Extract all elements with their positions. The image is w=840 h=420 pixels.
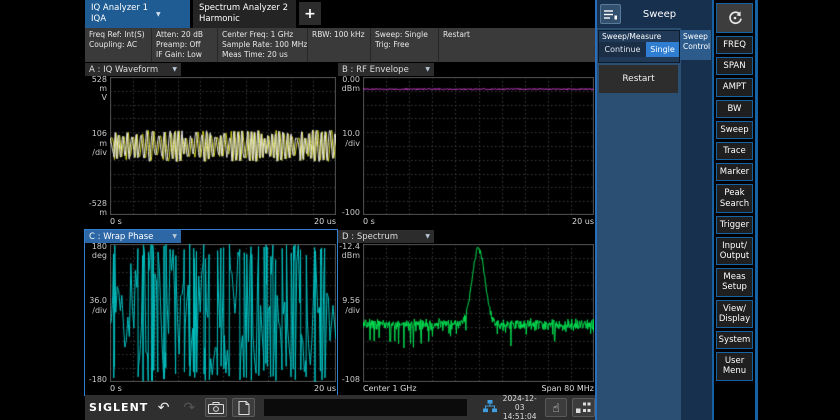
menu-list-icon[interactable] bbox=[600, 4, 621, 24]
rf-envelope-plot[interactable] bbox=[363, 77, 594, 215]
panel-d-y-axis: -12.4dBm 9.56/div -108 bbox=[338, 244, 362, 382]
touch-icon[interactable]: ☝ bbox=[545, 398, 568, 417]
status-display bbox=[264, 399, 467, 416]
panel-spectrum: D : Spectrum ▼ -12.4dBm 9.56/div -108 Ce… bbox=[338, 230, 595, 395]
sweep-measure-group: Sweep/Measure Continue Single bbox=[598, 30, 680, 63]
tab-iq-line2: IQA bbox=[91, 14, 148, 25]
tab-bar: IQ Analyzer 1 IQA ▼ Spectrum Analyzer 2 … bbox=[85, 0, 595, 28]
tab-iq-line1: IQ Analyzer 1 bbox=[91, 3, 148, 14]
settings-rbw[interactable]: RBW: 100 kHz bbox=[308, 28, 371, 62]
iq-waveform-plot[interactable] bbox=[110, 77, 336, 215]
tab-iq-analyzer[interactable]: IQ Analyzer 1 IQA ▼ bbox=[85, 0, 190, 28]
chevron-down-icon: ▼ bbox=[425, 233, 430, 240]
chevron-down-icon: ▼ bbox=[172, 233, 177, 240]
wrap-phase-plot[interactable] bbox=[110, 244, 336, 382]
menu-button-sweep[interactable]: Sweep bbox=[716, 121, 753, 139]
panel-c-y-axis: 180deg 36.0/div -180 bbox=[85, 244, 109, 382]
menu-button-input-output[interactable]: Input/ Output bbox=[716, 237, 753, 265]
chevron-down-icon: ▼ bbox=[156, 11, 161, 18]
sweep-control-tab[interactable]: Sweep Control bbox=[680, 30, 711, 60]
sweep-measure-label: Sweep/Measure bbox=[599, 31, 679, 41]
settings-atten[interactable]: Atten: 20 dB Preamp: Off IF Gain: Low bbox=[152, 28, 218, 62]
chevron-down-icon: ▼ bbox=[172, 66, 177, 73]
panel-rf-envelope: B : RF Envelope ▼ 0.00dBm 10.0/div -100 … bbox=[338, 63, 595, 228]
analyzer-screen: IQ Analyzer 1 IQA ▼ Spectrum Analyzer 2 … bbox=[0, 0, 840, 420]
tab-spectrum-analyzer[interactable]: Spectrum Analyzer 2 Harmonic bbox=[193, 0, 296, 28]
continue-button[interactable]: Continue bbox=[599, 42, 646, 57]
menu-button-span[interactable]: SPAN bbox=[716, 57, 753, 75]
tab-sa-line1: Spectrum Analyzer 2 bbox=[199, 3, 288, 14]
menu-button-view-display[interactable]: View/ Display bbox=[716, 300, 753, 328]
bottom-toolbar: SIGLENT ↶ ↷ 2024-12-03 14:51:04 ☝ bbox=[85, 395, 595, 420]
sweep-menu-panel: Sweep Sweep/Measure Continue Single Rest… bbox=[595, 0, 712, 420]
file-icon[interactable] bbox=[232, 398, 255, 417]
settings-bar: Freq Ref: Int(S) Coupling: AC Atten: 20 … bbox=[85, 28, 595, 62]
menu-button-meas-setup[interactable]: Meas Setup bbox=[716, 268, 753, 296]
menu-button-ampt[interactable]: AMPT bbox=[716, 78, 753, 96]
settings-restart[interactable]: Restart bbox=[439, 28, 595, 62]
single-button[interactable]: Single bbox=[646, 42, 679, 57]
restart-button[interactable]: Restart bbox=[599, 65, 678, 93]
panel-d-x-axis: Center 1 GHzSpan 80 MHz bbox=[363, 383, 594, 395]
spectrum-plot[interactable] bbox=[363, 244, 594, 382]
panel-a-x-axis: 0 s20 us bbox=[110, 216, 336, 228]
menu-button-system[interactable]: System bbox=[716, 331, 753, 349]
menu-button-bw[interactable]: BW bbox=[716, 100, 753, 118]
datetime-display: 2024-12-03 14:51:04 bbox=[500, 394, 540, 420]
sweep-menu-title: Sweep bbox=[621, 9, 698, 20]
panel-iq-waveform: A : IQ Waveform ▼ 528 mV 106 m/div -528 … bbox=[85, 63, 337, 228]
grid-dots-icon[interactable] bbox=[572, 398, 595, 417]
chevron-down-icon: ▼ bbox=[425, 66, 430, 73]
redo-icon[interactable]: ↷ bbox=[179, 399, 200, 417]
network-icon bbox=[483, 398, 497, 417]
menu-button-trace[interactable]: Trace bbox=[716, 142, 753, 160]
menu-button-freq[interactable]: FREQ bbox=[716, 36, 753, 54]
panel-b-y-axis: 0.00dBm 10.0/div -100 bbox=[338, 77, 362, 215]
menu-column: FREQ SPAN AMPT BW Sweep Trace Marker Pea… bbox=[712, 0, 758, 420]
siglent-logo: SIGLENT bbox=[89, 401, 148, 414]
undo-icon[interactable]: ↶ bbox=[153, 399, 174, 417]
settings-center-freq[interactable]: Center Freq: 1 GHz Sample Rate: 100 MHz … bbox=[218, 28, 308, 62]
panel-a-y-axis: 528 mV 106 m/div -528 m bbox=[85, 77, 109, 215]
sweep-menu-body: Sweep/Measure Continue Single Restart bbox=[597, 28, 681, 420]
panel-b-x-axis: 0 s20 us bbox=[363, 216, 594, 228]
camera-icon[interactable] bbox=[205, 398, 228, 417]
menu-button-user-menu[interactable]: User Menu bbox=[716, 352, 753, 380]
settings-freq-ref[interactable]: Freq Ref: Int(S) Coupling: AC bbox=[85, 28, 152, 62]
settings-sweep[interactable]: Sweep: Single Trig: Free bbox=[371, 28, 439, 62]
menu-button-marker[interactable]: Marker bbox=[716, 163, 753, 181]
panel-c-x-axis: 0 s20 us bbox=[110, 383, 336, 395]
menu-button-trigger[interactable]: Trigger bbox=[716, 216, 753, 234]
reset-rotate-icon[interactable] bbox=[716, 3, 753, 33]
tab-sa-line2: Harmonic bbox=[199, 14, 288, 25]
panel-wrap-phase: C : Wrap Phase ▼ 180deg 36.0/div -180 0 … bbox=[85, 230, 337, 395]
main-area: IQ Analyzer 1 IQA ▼ Spectrum Analyzer 2 … bbox=[85, 0, 595, 420]
add-tab-button[interactable]: + bbox=[299, 2, 321, 25]
menu-button-peak-search[interactable]: Peak Search bbox=[716, 184, 753, 212]
